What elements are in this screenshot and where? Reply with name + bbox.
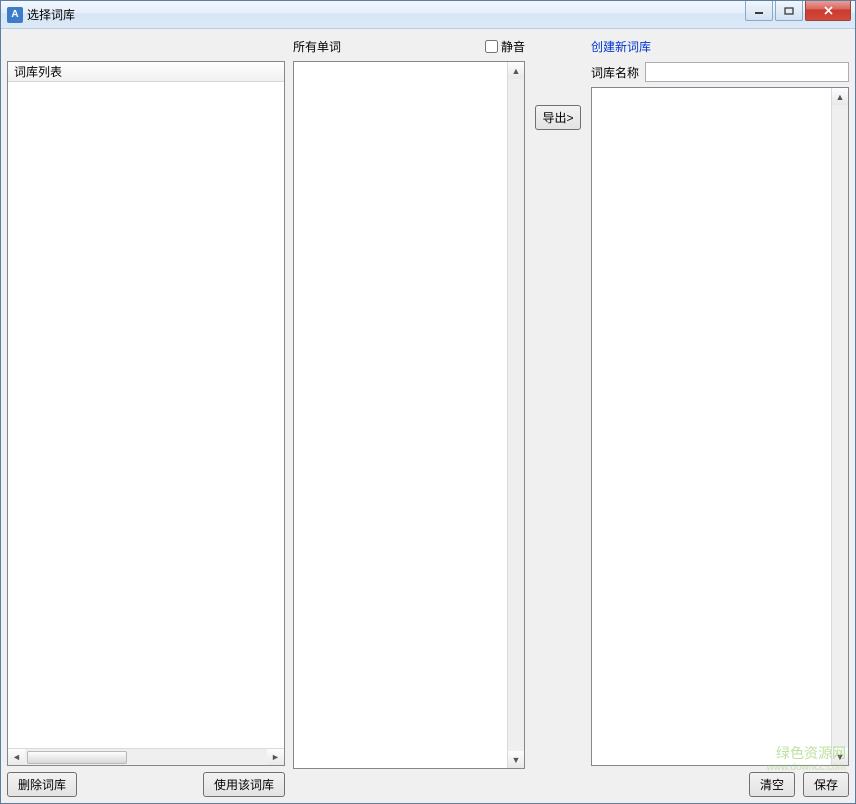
scroll-left-arrow-icon[interactable]: ◄ <box>8 749 25 766</box>
horizontal-scrollbar[interactable]: ◄ ► <box>8 748 284 765</box>
vertical-scrollbar-right[interactable]: ▲ ▼ <box>831 88 848 765</box>
maximize-icon <box>784 7 794 15</box>
scroll-track-mid[interactable] <box>508 79 524 751</box>
wordbank-name-input[interactable] <box>645 62 849 82</box>
export-panel: 导出> <box>533 35 583 797</box>
close-icon <box>823 6 834 15</box>
mute-checkbox[interactable] <box>485 40 498 53</box>
titlebar: A 选择词库 <box>1 1 855 29</box>
left-button-row: 删除词库 使用该词库 <box>7 772 285 797</box>
use-wordbank-button[interactable]: 使用该词库 <box>203 772 285 797</box>
create-panel: 创建新词库 词库名称 ▲ ▼ 清空 保存 <box>591 35 849 797</box>
mid-header: 所有单词 静音 <box>293 35 525 57</box>
minimize-icon <box>754 7 764 15</box>
scroll-thumb[interactable] <box>27 751 127 764</box>
scroll-down-arrow-icon[interactable]: ▼ <box>508 751 524 768</box>
delete-wordbank-button[interactable]: 删除词库 <box>7 772 77 797</box>
window-controls <box>743 1 855 21</box>
app-icon: A <box>7 7 23 23</box>
window-title: 选择词库 <box>27 6 75 23</box>
new-wordbank-textarea[interactable]: ▲ ▼ <box>591 87 849 766</box>
maximize-button[interactable] <box>775 1 803 21</box>
scroll-up-arrow-icon[interactable]: ▲ <box>832 88 848 105</box>
left-header-spacer <box>7 35 285 57</box>
wordbank-name-label: 词库名称 <box>591 64 639 81</box>
all-words-label: 所有单词 <box>293 38 341 55</box>
right-header-1: 创建新词库 <box>591 35 849 57</box>
wordbank-listbox[interactable]: 词库列表 ◄ ► <box>7 61 285 766</box>
content-area: 词库列表 ◄ ► 删除词库 使用该词库 所有单词 <box>1 29 855 803</box>
scroll-track[interactable] <box>25 749 267 766</box>
close-button[interactable] <box>805 1 851 21</box>
mute-checkbox-wrap[interactable]: 静音 <box>485 38 525 55</box>
right-button-row: 清空 保存 <box>591 772 849 797</box>
all-words-panel: 所有单词 静音 ▲ ▼ <box>293 35 525 797</box>
wordbank-list-panel: 词库列表 ◄ ► 删除词库 使用该词库 <box>7 35 285 797</box>
right-header-2: 词库名称 <box>591 61 849 83</box>
scroll-up-arrow-icon[interactable]: ▲ <box>508 62 524 79</box>
scroll-down-arrow-icon[interactable]: ▼ <box>832 748 848 765</box>
minimize-button[interactable] <box>745 1 773 21</box>
scroll-right-arrow-icon[interactable]: ► <box>267 749 284 766</box>
scroll-track-right[interactable] <box>832 105 848 748</box>
create-new-link[interactable]: 创建新词库 <box>591 38 651 55</box>
vertical-scrollbar-mid[interactable]: ▲ ▼ <box>507 62 524 768</box>
save-button[interactable]: 保存 <box>803 772 849 797</box>
export-button[interactable]: 导出> <box>535 105 580 130</box>
mute-label: 静音 <box>501 38 525 55</box>
main-window: A 选择词库 词库列表 ◄ <box>0 0 856 804</box>
all-words-listbox[interactable]: ▲ ▼ <box>293 61 525 769</box>
mid-bottom-spacer <box>293 775 525 797</box>
wordbank-list-header: 词库列表 <box>8 62 284 82</box>
clear-button[interactable]: 清空 <box>749 772 795 797</box>
